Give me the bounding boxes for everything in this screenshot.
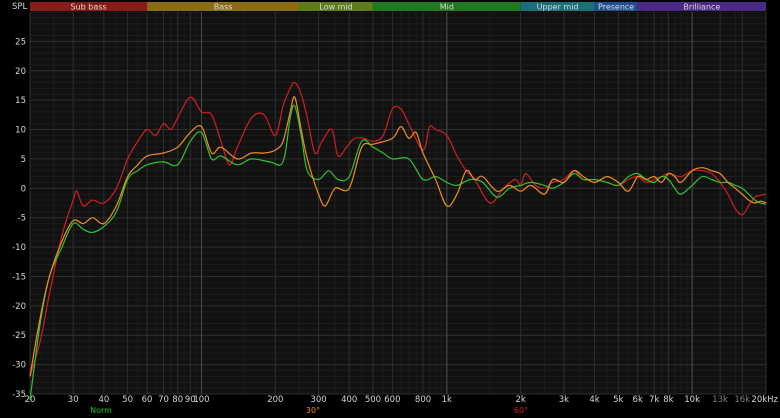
x-tick-label: 800 [415,395,431,405]
x-tick-label: 40 [98,395,109,405]
x-tick-label: 300 [310,395,326,405]
y-tick-label: 15 [15,96,26,106]
y-tick-label: 20 [15,67,26,77]
x-tick-label: 600 [384,395,400,405]
x-tick-label: 2k [515,395,525,405]
x-tick-label: 4k [589,395,599,405]
band-label: Brilliance [683,3,720,12]
y-tick-label: -10 [12,243,26,253]
x-tick-label: 30 [68,395,79,405]
y-tick-label: -25 [12,331,26,341]
frequency-band-bar: Sub bass Bass Low mid Mid Upper mid Presence B… [30,2,766,12]
frequency-response-chart: Sub bass Bass Low mid Mid Upper mid Presence B… [0,0,780,418]
y-tick-label: 25 [15,37,26,47]
y-tick-label: 10 [15,126,26,136]
x-tick-label: 60 [142,395,153,405]
x-tick-label: 16k [734,395,750,405]
x-tick-label: 20kHz [751,395,778,405]
legend-entry: 60° [514,406,528,415]
x-tick-label: 80 [172,395,183,405]
x-tick-label: 7k [649,395,659,405]
x-tick-label: 100 [193,395,209,405]
x-tick-label: 10k [684,395,700,405]
x-tick-label: 8k [663,395,673,405]
plot-area [30,12,766,394]
x-tick-label: 13k [712,395,728,405]
y-axis-label: SPL [12,2,28,12]
band-label: Bass [214,3,233,12]
y-tick-label: -20 [12,302,26,312]
legend-entry: 30° [306,406,320,415]
band-label: Low mid [319,3,352,12]
x-tick-label: 200 [267,395,283,405]
band-label: Mid [440,3,454,12]
y-tick-label: -5 [18,214,26,224]
x-tick-label: 5k [613,395,623,405]
band-label: Presence [598,3,634,12]
x-tick-label: 70 [158,395,169,405]
y-tick-label: 0 [21,184,26,194]
x-tick-label: 500 [365,395,381,405]
y-tick-label: 5 [21,155,26,165]
legend-entry: Norm [90,406,112,415]
y-tick-label: -30 [12,361,26,371]
x-tick-label: 1k [442,395,452,405]
band-label: Upper mid [537,3,579,12]
band-label: Sub bass [70,3,106,12]
x-tick-label: 6k [633,395,643,405]
y-tick-label: -15 [12,272,26,282]
x-tick-label: 50 [122,395,133,405]
x-tick-label: 400 [341,395,357,405]
x-tick-label: 3k [559,395,569,405]
